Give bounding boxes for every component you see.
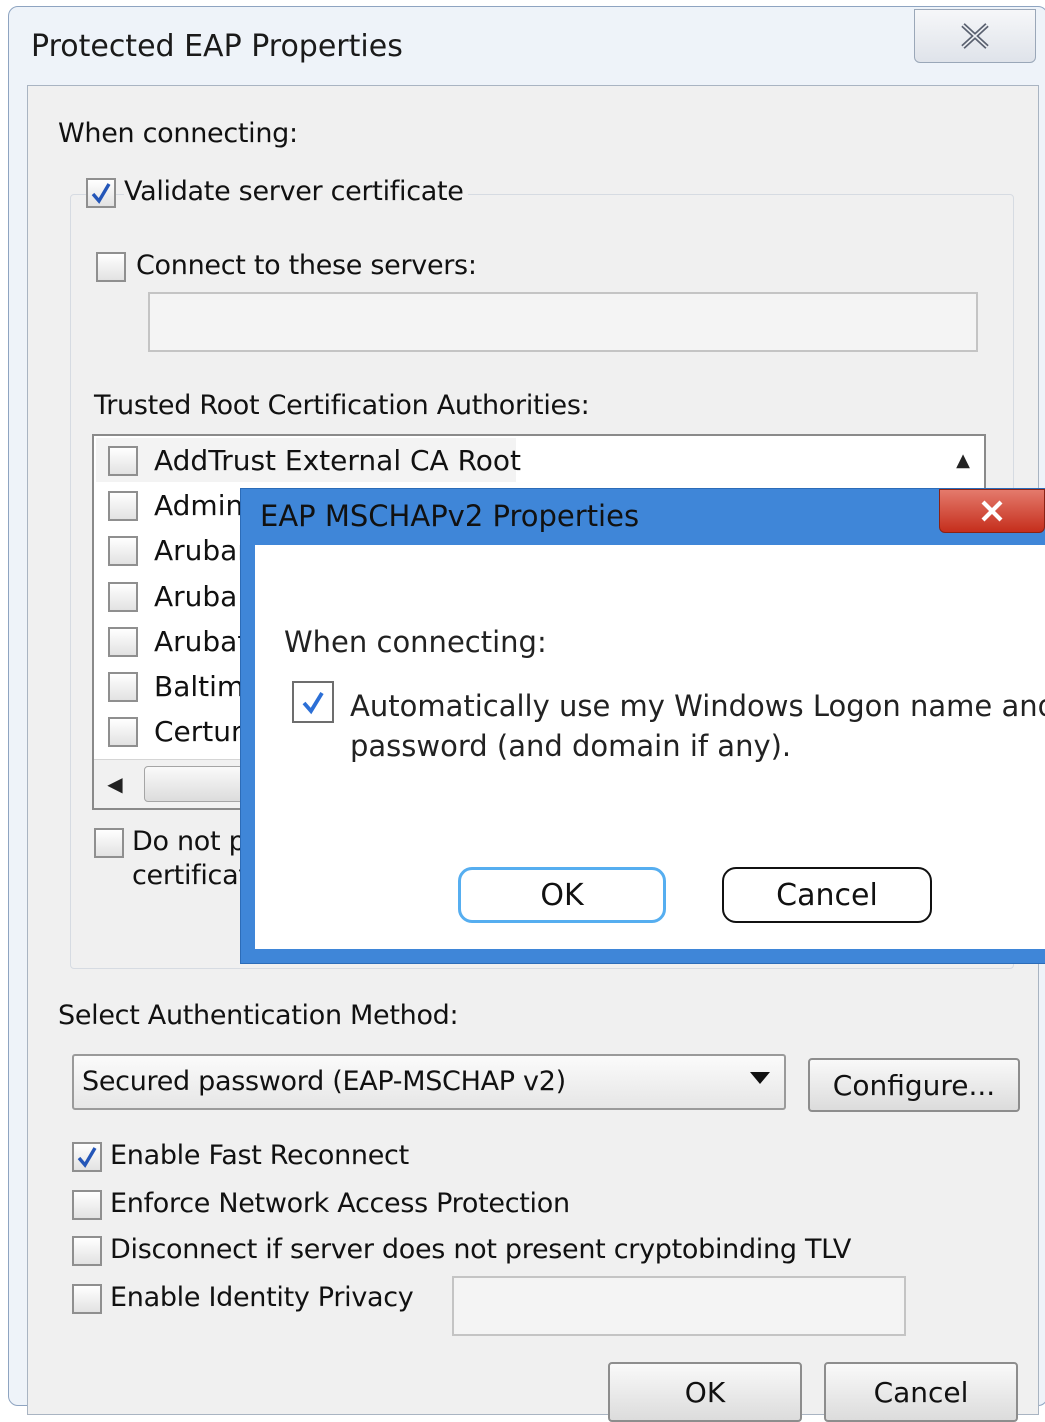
fast-reconnect-label: Enable Fast Reconnect [110,1140,409,1171]
ca-label-1: Admini [154,489,252,522]
do-not-prompt-checkbox[interactable] [94,828,124,858]
ca-label-5: Baltim [154,670,245,703]
popup-close-button[interactable] [939,489,1045,533]
ca-checkbox-5[interactable] [108,672,138,702]
chevron-down-icon [750,1072,770,1084]
servers-input[interactable] [148,292,978,352]
popup-body: When connecting: Automatically use my Wi… [255,545,1045,949]
popup-cancel-button[interactable]: Cancel [722,867,932,923]
window-title: Protected EAP Properties [31,29,403,64]
auto-logon-label-line2: password (and domain if any). [350,729,792,763]
cryptobinding-label: Disconnect if server does not present cr… [110,1234,852,1265]
ca-label-0: AddTrust External CA Root [154,444,522,477]
ca-checkbox-6[interactable] [108,717,138,747]
auto-logon-checkbox[interactable] [292,681,334,723]
popup-ok-button[interactable]: OK [458,867,666,923]
identity-input[interactable] [452,1276,906,1336]
window-close-button[interactable] [914,9,1036,63]
validate-server-label: Validate server certificate [124,176,468,207]
fast-reconnect-checkbox[interactable] [72,1142,102,1172]
popup-when-connecting: When connecting: [284,625,547,659]
check-icon [77,1147,97,1168]
identity-privacy-label: Enable Identity Privacy [110,1282,414,1313]
ca-label-4: Arubat [154,625,249,658]
close-icon [981,500,1003,522]
cancel-button[interactable]: Cancel [824,1362,1018,1422]
configure-button[interactable]: Configure... [808,1058,1020,1112]
when-connecting-heading: When connecting: [58,118,298,149]
ca-checkbox-1[interactable] [108,491,138,521]
nap-checkbox[interactable] [72,1190,102,1220]
trusted-root-label: Trusted Root Certification Authorities: [94,390,590,421]
cryptobinding-checkbox[interactable] [72,1236,102,1266]
auth-method-select[interactable]: Secured password (EAP-MSCHAP v2) [72,1054,786,1110]
check-icon [91,183,111,204]
auth-method-value: Secured password (EAP-MSCHAP v2) [82,1066,566,1097]
ca-checkbox-0[interactable] [108,446,138,476]
connect-servers-checkbox[interactable] [96,252,126,282]
do-not-prompt-label-line1: Do not p [132,826,246,857]
connect-servers-label: Connect to these servers: [136,250,477,281]
ca-checkbox-4[interactable] [108,627,138,657]
eap-mschapv2-dialog: EAP MSCHAPv2 Properties When connecting:… [240,488,1045,964]
popup-title: EAP MSCHAPv2 Properties [260,499,640,533]
ok-button[interactable]: OK [608,1362,802,1422]
ca-label-3: Aruba [154,580,238,613]
nap-label: Enforce Network Access Protection [110,1188,570,1219]
auto-logon-label-line1: Automatically use my Windows Logon name … [350,689,1045,723]
scroll-left-arrow-icon[interactable]: ◀ [100,764,130,804]
check-icon [302,692,324,715]
ca-checkbox-2[interactable] [108,536,138,566]
do-not-prompt-label-line2: certificat [132,860,249,891]
auth-method-heading: Select Authentication Method: [58,1000,459,1031]
scroll-up-arrow-icon[interactable]: ▲ [944,438,982,482]
ca-label-2: Arubar [154,534,249,567]
validate-server-checkbox[interactable] [86,178,116,208]
close-icon [961,23,989,49]
ca-label-6: Certun [154,715,249,748]
ca-checkbox-3[interactable] [108,582,138,612]
identity-privacy-checkbox[interactable] [72,1284,102,1314]
